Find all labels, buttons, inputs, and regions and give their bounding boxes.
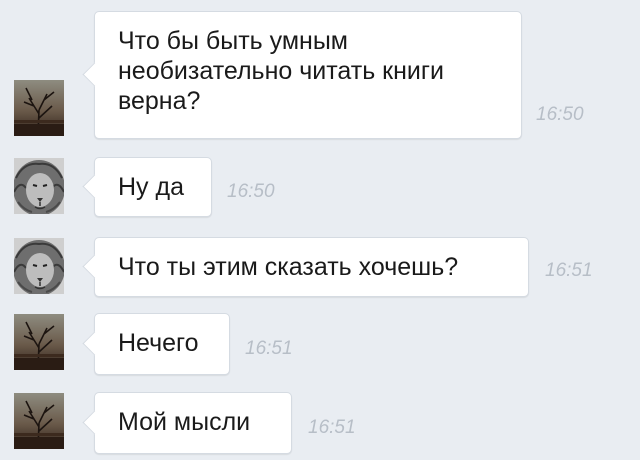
avatar[interactable] xyxy=(14,158,64,214)
message-text: Нечего xyxy=(118,329,199,357)
message-bubble[interactable]: Нечего xyxy=(94,313,230,375)
chat-history: Что бы быть умным необизательно читать к… xyxy=(0,0,640,460)
avatar[interactable] xyxy=(14,238,64,294)
message-time: 16:51 xyxy=(245,338,293,359)
message-text: Что бы быть умным необизательно читать к… xyxy=(118,27,444,115)
message-bubble[interactable]: Что бы быть умным необизательно читать к… xyxy=(94,11,522,139)
lion-avatar-image xyxy=(14,158,64,214)
dusk-tree-avatar-image xyxy=(14,80,64,136)
message-time: 16:51 xyxy=(308,417,356,438)
message-bubble[interactable]: Ну да xyxy=(94,157,212,217)
dusk-tree-avatar-image xyxy=(14,393,64,449)
message-text: Мой мысли xyxy=(118,408,251,436)
message-bubble[interactable]: Мой мысли xyxy=(94,392,292,454)
message-time: 16:50 xyxy=(227,181,275,202)
avatar[interactable] xyxy=(14,393,64,449)
dusk-tree-avatar-image xyxy=(14,314,64,370)
message-text: Ну да xyxy=(118,173,184,201)
lion-avatar-image xyxy=(14,238,64,294)
avatar[interactable] xyxy=(14,80,64,136)
message-text: Что ты этим сказать хочешь? xyxy=(118,253,459,281)
message-time: 16:50 xyxy=(536,104,584,125)
message-time: 16:51 xyxy=(545,260,593,281)
avatar[interactable] xyxy=(14,314,64,370)
message-bubble[interactable]: Что ты этим сказать хочешь? xyxy=(94,237,529,297)
